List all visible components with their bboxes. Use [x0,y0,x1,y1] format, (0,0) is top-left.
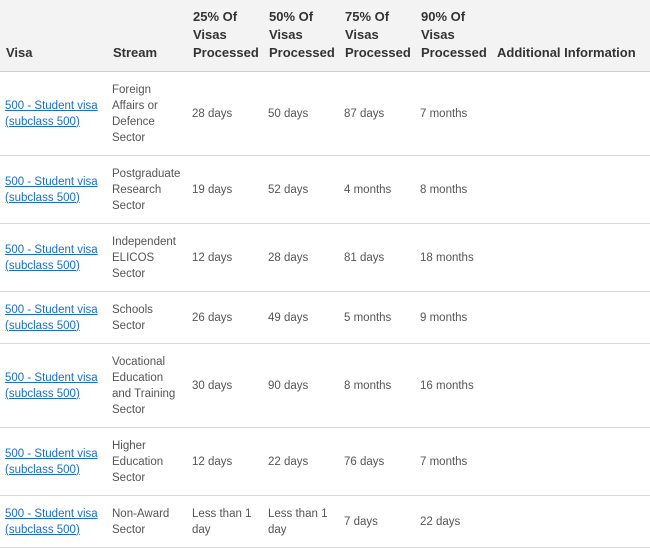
p90-cell: 8 months [415,155,491,224]
info-cell [491,495,650,548]
p50-cell: 28 days [263,223,339,292]
table-row: 500 - Student visa (subclass 500) Indepe… [0,223,650,292]
p25-cell: 26 days [187,291,263,344]
header-75-percent: 75% Of Visas Processed [339,0,415,72]
info-cell [491,71,650,156]
info-cell [491,223,650,292]
stream-cell: Foreign Affairs or Defence Sector [107,71,187,156]
visa-link[interactable]: 500 - Student visa (subclass 500) [5,448,98,476]
p75-cell: 81 days [339,223,415,292]
visa-cell: 500 - Student visa (subclass 500) [0,427,107,496]
header-stream: Stream [107,0,187,72]
p90-cell: 18 months [415,223,491,292]
p25-cell: 30 days [187,343,263,428]
visa-link[interactable]: 500 - Student visa (subclass 500) [5,372,98,400]
p50-cell: 52 days [263,155,339,224]
table-header: Visa Stream 25% Of Visas Processed 50% O… [0,0,650,72]
visa-cell: 500 - Student visa (subclass 500) [0,71,107,156]
p90-cell: 7 months [415,427,491,496]
p25-cell: 19 days [187,155,263,224]
p50-cell: 49 days [263,291,339,344]
p75-cell: 76 days [339,427,415,496]
info-cell [491,343,650,428]
info-cell [491,291,650,344]
info-cell [491,155,650,224]
visa-link[interactable]: 500 - Student visa (subclass 500) [5,304,98,332]
table-row: 500 - Student visa (subclass 500) Higher… [0,427,650,496]
p25-cell: 12 days [187,223,263,292]
header-50-percent: 50% Of Visas Processed [263,0,339,72]
header-90-percent: 90% Of Visas Processed [415,0,491,72]
p50-cell: 22 days [263,427,339,496]
p90-cell: 16 months [415,343,491,428]
stream-cell: Postgraduate Research Sector [107,155,187,224]
header-additional-information: Additional Information [491,0,650,72]
p50-cell: 50 days [263,71,339,156]
stream-cell: Schools Sector [107,291,187,344]
info-cell [491,427,650,496]
visa-cell: 500 - Student visa (subclass 500) [0,291,107,344]
p75-cell: 7 days [339,495,415,548]
p75-cell: 4 months [339,155,415,224]
p25-cell: Less than 1 day [187,495,263,548]
p50-cell: 90 days [263,343,339,428]
stream-cell: Higher Education Sector [107,427,187,496]
stream-cell: Non-Award Sector [107,495,187,548]
p75-cell: 8 months [339,343,415,428]
p25-cell: 12 days [187,427,263,496]
header-visa: Visa [0,0,107,72]
visa-link[interactable]: 500 - Student visa (subclass 500) [5,508,98,536]
p90-cell: 9 months [415,291,491,344]
p50-cell: Less than 1 day [263,495,339,548]
visa-cell: 500 - Student visa (subclass 500) [0,343,107,428]
stream-cell: Independent ELICOS Sector [107,223,187,292]
header-25-percent: 25% Of Visas Processed [187,0,263,72]
p75-cell: 5 months [339,291,415,344]
visa-link[interactable]: 500 - Student visa (subclass 500) [5,176,98,204]
p25-cell: 28 days [187,71,263,156]
p90-cell: 7 months [415,71,491,156]
table-row: 500 - Student visa (subclass 500) Non-Aw… [0,495,650,548]
visa-link[interactable]: 500 - Student visa (subclass 500) [5,100,98,128]
table-body: 500 - Student visa (subclass 500) Foreig… [0,71,650,548]
table-row: 500 - Student visa (subclass 500) Vocati… [0,343,650,428]
table-row: 500 - Student visa (subclass 500) Foreig… [0,71,650,156]
table-row: 500 - Student visa (subclass 500) Postgr… [0,155,650,224]
p90-cell: 22 days [415,495,491,548]
table-row: 500 - Student visa (subclass 500) School… [0,291,650,344]
visa-link[interactable]: 500 - Student visa (subclass 500) [5,244,98,272]
header-row: Visa Stream 25% Of Visas Processed 50% O… [0,0,650,72]
processing-times-table: Visa Stream 25% Of Visas Processed 50% O… [0,0,650,548]
visa-cell: 500 - Student visa (subclass 500) [0,223,107,292]
stream-cell: Vocational Education and Training Sector [107,343,187,428]
visa-cell: 500 - Student visa (subclass 500) [0,495,107,548]
p75-cell: 87 days [339,71,415,156]
visa-cell: 500 - Student visa (subclass 500) [0,155,107,224]
